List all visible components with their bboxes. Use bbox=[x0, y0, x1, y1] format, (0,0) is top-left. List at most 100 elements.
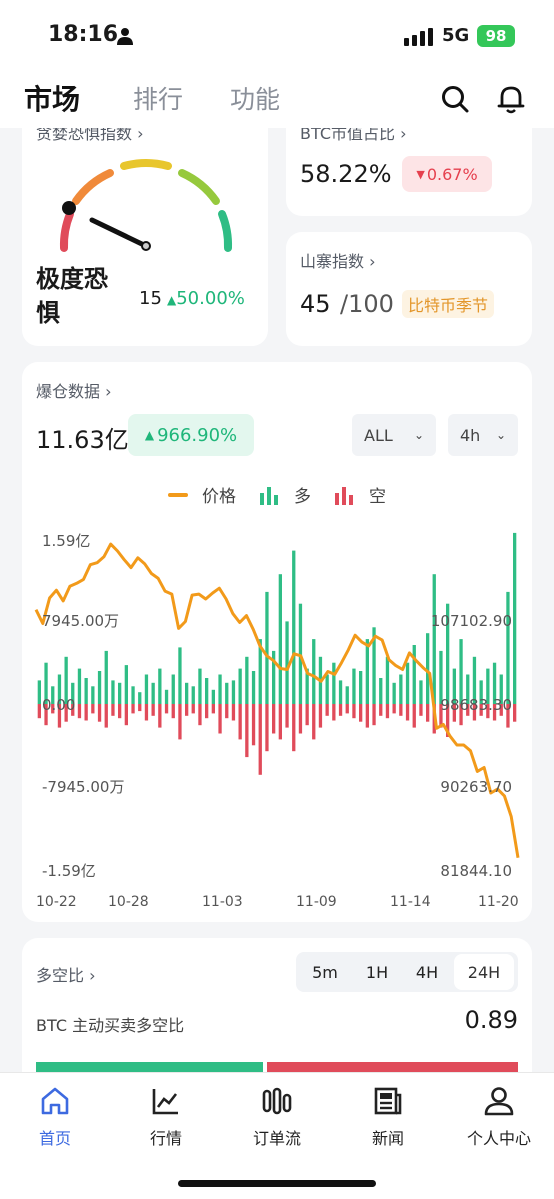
altcoin-index-card[interactable]: 山寨指数 › 45 /100 比特币季节 bbox=[286, 232, 532, 346]
short-bar bbox=[151, 704, 155, 716]
altcoin-season-tag: 比特币季节 bbox=[402, 290, 495, 318]
ratio-bar-long bbox=[36, 1062, 263, 1072]
long-bar bbox=[352, 668, 356, 704]
liquidation-title[interactable]: 爆仓数据 › bbox=[36, 378, 112, 402]
short-bar bbox=[405, 704, 410, 721]
tab-ranking[interactable]: 排行 bbox=[133, 80, 183, 116]
home-indicator bbox=[178, 1180, 376, 1187]
short-bar bbox=[359, 704, 363, 722]
fear-greed-value: 15 bbox=[139, 288, 162, 309]
short-bar bbox=[325, 704, 329, 716]
fear-greed-card[interactable]: 贪婪恐惧指数 › 极度恐 惧 15 ▲50.00% bbox=[22, 128, 268, 346]
long-bar bbox=[379, 678, 383, 704]
long-bar bbox=[164, 689, 169, 704]
long-bar bbox=[124, 665, 128, 704]
tab-home[interactable]: 首页 bbox=[5, 1083, 105, 1149]
chart-icon bbox=[152, 1089, 178, 1115]
short-bar bbox=[338, 704, 343, 716]
tab-quotes[interactable]: 行情 bbox=[116, 1083, 216, 1149]
tab-features[interactable]: 功能 bbox=[230, 80, 280, 116]
long-bar bbox=[278, 574, 282, 704]
long-bar bbox=[131, 686, 135, 704]
profile-icon bbox=[484, 1087, 514, 1116]
short-bar bbox=[265, 704, 269, 752]
short-bar bbox=[379, 704, 383, 716]
y-left-tick: -7945.00万 bbox=[42, 778, 124, 796]
long-bar bbox=[332, 662, 336, 704]
long-bar bbox=[104, 650, 108, 704]
tab-quotes-label: 行情 bbox=[149, 1129, 182, 1148]
fear-greed-change: ▲50.00% bbox=[167, 288, 245, 309]
btc-dominance-title[interactable]: BTC市值占比 › bbox=[300, 128, 407, 144]
network-type: 5G bbox=[442, 25, 470, 46]
long-bar bbox=[91, 686, 95, 704]
long-bar bbox=[185, 682, 189, 704]
interval-24h[interactable]: 24H bbox=[454, 954, 514, 990]
short-bar bbox=[205, 704, 209, 719]
long-bar bbox=[459, 639, 463, 704]
bell-icon[interactable] bbox=[497, 84, 525, 114]
long-bar bbox=[225, 682, 229, 704]
scope-select[interactable]: ALL ⌄ bbox=[352, 414, 436, 456]
short-bar bbox=[84, 704, 88, 721]
interval-5m[interactable]: 5m bbox=[300, 954, 350, 990]
long-bar bbox=[325, 674, 329, 704]
y-right-tick: 90263.70 bbox=[440, 778, 512, 796]
interval-4h[interactable]: 4H bbox=[402, 954, 452, 990]
liquidation-chart[interactable]: 1.59亿 7945.00万 0.00 -7945.00万 -1.59亿 107… bbox=[22, 522, 532, 922]
triangle-up-icon: ▲ bbox=[144, 428, 155, 442]
x-tick: 11-09 bbox=[296, 894, 337, 910]
status-bar: 18:16 5G 98 bbox=[0, 0, 554, 72]
triangle-down-icon: ▼ bbox=[416, 167, 425, 181]
short-bar bbox=[312, 704, 316, 740]
short-bar bbox=[399, 704, 403, 716]
top-nav: 市场 排行 功能 bbox=[0, 72, 554, 128]
short-bar bbox=[111, 704, 115, 716]
long-bar bbox=[191, 686, 195, 704]
chevron-down-icon: ⌄ bbox=[413, 428, 424, 442]
long-bar bbox=[513, 532, 517, 704]
short-bar bbox=[131, 704, 135, 714]
long-bar bbox=[345, 686, 349, 704]
short-bar bbox=[211, 704, 215, 714]
tab-news[interactable]: 新闻 bbox=[338, 1083, 438, 1149]
short-bar bbox=[144, 704, 149, 721]
long-bar bbox=[392, 682, 396, 704]
long-bar bbox=[211, 689, 215, 704]
long-bar bbox=[432, 574, 436, 704]
long-short-row-label: BTC 主动买卖多空比 bbox=[36, 1016, 185, 1035]
long-bar bbox=[292, 550, 296, 704]
interval-select[interactable]: 4h ⌄ bbox=[448, 414, 518, 456]
long-bar bbox=[245, 656, 249, 704]
tab-orderflow-label: 订单流 bbox=[252, 1129, 301, 1148]
x-tick: 10-28 bbox=[108, 894, 149, 910]
gauge-indicator-dot bbox=[62, 201, 76, 215]
short-bar bbox=[305, 704, 309, 726]
short-bar bbox=[225, 704, 229, 719]
long-bar bbox=[205, 678, 209, 704]
search-icon[interactable] bbox=[440, 84, 470, 114]
short-bar bbox=[426, 704, 430, 722]
fear-greed-title[interactable]: 贪婪恐惧指数 › bbox=[36, 128, 144, 144]
tab-home-label: 首页 bbox=[38, 1129, 71, 1148]
btc-dominance-change: ▼ 0.67% bbox=[402, 156, 492, 192]
short-bar bbox=[332, 704, 336, 721]
triangle-up-icon: ▲ bbox=[167, 293, 177, 307]
orderflow-icon bbox=[262, 1087, 292, 1115]
chart-legend: 价格 多 空 bbox=[168, 482, 386, 507]
btc-dominance-card[interactable]: BTC市值占比 › 58.22% ▼ 0.67% bbox=[286, 128, 532, 216]
tab-market[interactable]: 市场 bbox=[24, 78, 80, 118]
long-bar bbox=[198, 668, 202, 704]
altcoin-index-title[interactable]: 山寨指数 › bbox=[300, 248, 376, 272]
short-bar bbox=[278, 704, 282, 740]
signal-icon bbox=[404, 28, 433, 46]
altcoin-max: /100 bbox=[340, 290, 394, 318]
short-bar bbox=[191, 704, 195, 714]
tab-profile-label: 个人中心 bbox=[466, 1129, 531, 1148]
tab-orderflow[interactable]: 订单流 bbox=[227, 1083, 327, 1149]
interval-1h[interactable]: 1H bbox=[352, 954, 402, 990]
tab-profile[interactable]: 个人中心 bbox=[449, 1083, 549, 1149]
short-bar bbox=[419, 704, 423, 716]
long-short-title[interactable]: 多空比 › bbox=[36, 962, 96, 986]
liquidation-card: 爆仓数据 › 11.63亿 ▲ 966.90% ALL ⌄ 4h ⌄ 价格 多 空 1… bbox=[22, 362, 532, 922]
